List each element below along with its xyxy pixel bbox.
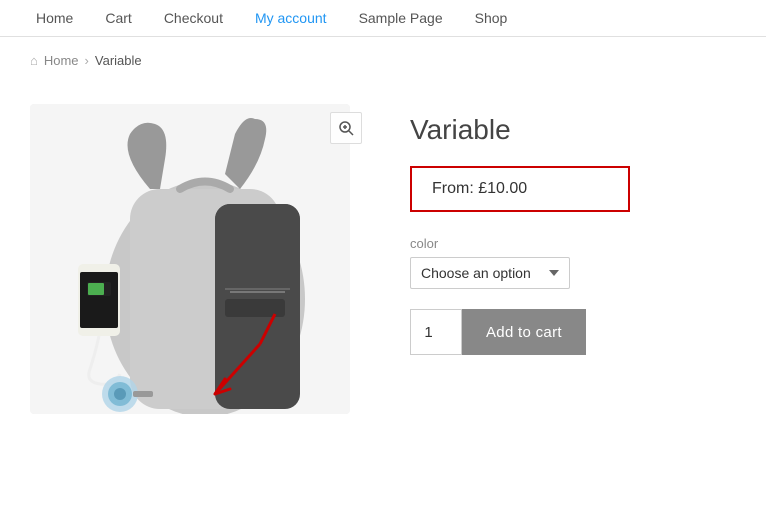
product-title: Variable xyxy=(410,114,736,146)
product-image-svg xyxy=(30,104,350,414)
color-select[interactable]: Choose an option Red Blue Black xyxy=(410,257,570,289)
nav-link-myaccount[interactable]: My account xyxy=(239,0,343,36)
nav-item-checkout[interactable]: Checkout xyxy=(148,0,239,36)
breadcrumb-current: Variable xyxy=(95,53,142,68)
add-to-cart-row: Add to cart xyxy=(410,309,736,355)
color-section: color Choose an option Red Blue Black xyxy=(410,236,736,289)
color-label: color xyxy=(410,236,736,251)
nav-item-home[interactable]: Home xyxy=(20,0,89,36)
product-price: From: £10.00 xyxy=(432,180,527,197)
nav-item-cart[interactable]: Cart xyxy=(89,0,147,36)
home-icon: ⌂ xyxy=(30,53,38,68)
nav-item-samplepage[interactable]: Sample Page xyxy=(343,0,459,36)
breadcrumb-home-link[interactable]: Home xyxy=(44,53,79,68)
breadcrumb-separator: › xyxy=(85,53,89,68)
price-box: From: £10.00 xyxy=(410,166,630,212)
product-details: Variable From: £10.00 color Choose an op… xyxy=(410,104,736,355)
breadcrumb: ⌂ Home › Variable xyxy=(0,37,766,84)
nav-link-shop[interactable]: Shop xyxy=(459,0,524,36)
product-container: Variable From: £10.00 color Choose an op… xyxy=(0,84,766,454)
zoom-icon[interactable] xyxy=(330,112,362,144)
product-image xyxy=(30,104,350,414)
add-to-cart-button[interactable]: Add to cart xyxy=(462,309,586,355)
nav-item-shop[interactable]: Shop xyxy=(459,0,524,36)
quantity-input[interactable] xyxy=(410,309,462,355)
nav-link-checkout[interactable]: Checkout xyxy=(148,0,239,36)
main-nav: Home Cart Checkout My account Sample Pag… xyxy=(0,0,766,37)
product-image-wrap xyxy=(30,104,370,414)
nav-item-myaccount[interactable]: My account xyxy=(239,0,343,36)
nav-link-cart[interactable]: Cart xyxy=(89,0,147,36)
nav-link-home[interactable]: Home xyxy=(20,0,89,36)
nav-link-samplepage[interactable]: Sample Page xyxy=(343,0,459,36)
